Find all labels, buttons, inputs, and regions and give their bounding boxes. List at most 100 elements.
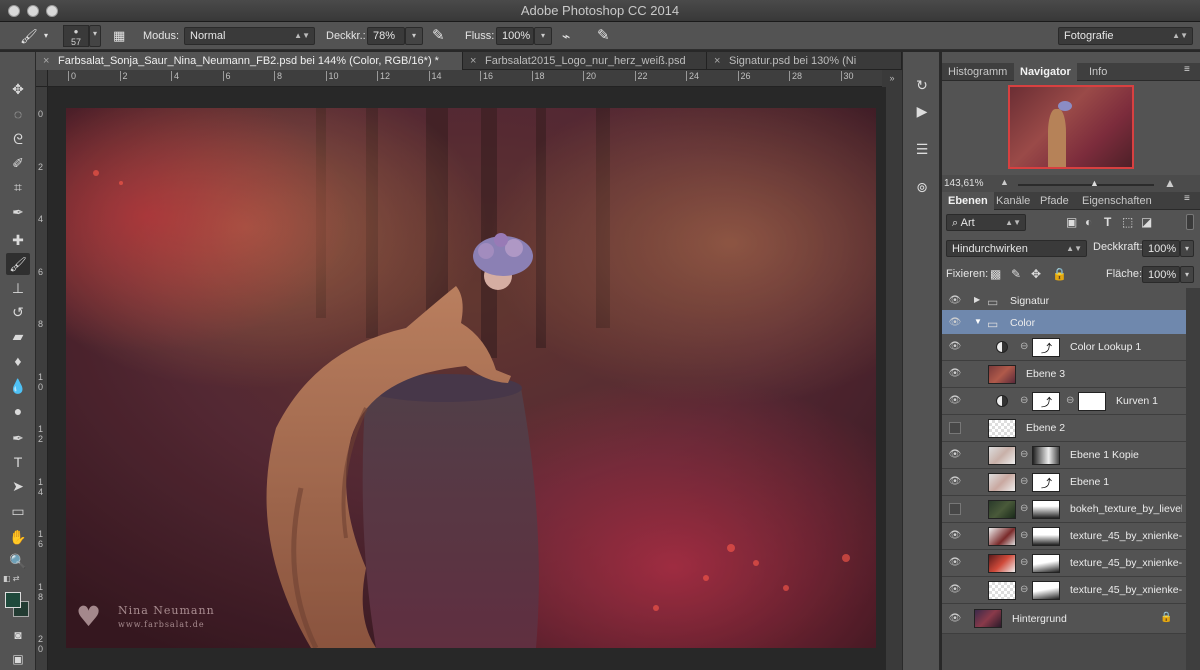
- minimize-window-icon[interactable]: [27, 5, 39, 17]
- layer-row-color[interactable]: 👁 ▼ ▭ Color: [942, 310, 1186, 337]
- tab-kanaele[interactable]: Kanäle: [990, 192, 1036, 210]
- visibility-eye-icon[interactable]: 👁: [948, 530, 962, 542]
- close-window-icon[interactable]: [8, 5, 20, 17]
- lasso-tool-icon[interactable]: ᘓ: [6, 128, 30, 150]
- brush-tool-icon[interactable]: 🖌: [6, 253, 30, 275]
- pressure-opacity-icon[interactable]: ✎: [432, 26, 445, 46]
- mask-link-icon[interactable]: ⊖: [1020, 584, 1028, 595]
- zoom-in-icon[interactable]: ▲: [1164, 176, 1176, 190]
- brush-tool-icon[interactable]: 🖌: [20, 26, 38, 46]
- layer-row-bokeh-texture[interactable]: ⊖ bokeh_texture_by_lieveh...: [942, 496, 1186, 523]
- zoom-window-icon[interactable]: [46, 5, 58, 17]
- layer-row-texture-45-b[interactable]: 👁 ⊖ texture_45_by_xnienke-...: [942, 550, 1186, 577]
- layer-opacity-dropdown-icon[interactable]: ▾: [1180, 240, 1194, 257]
- navigator-preview[interactable]: [1008, 85, 1134, 169]
- filter-adjustment-icon[interactable]: ◐: [1085, 215, 1092, 229]
- layer-thumbnail[interactable]: [988, 527, 1016, 546]
- filter-shape-icon[interactable]: ⬚: [1122, 215, 1133, 229]
- quick-mask-icon[interactable]: ◙: [6, 624, 30, 646]
- layer-row-texture-45-a[interactable]: 👁 ⊖ texture_45_by_xnienke-...: [942, 523, 1186, 550]
- brush-size-picker[interactable]: ● 57: [63, 25, 89, 47]
- mask-thumbnail[interactable]: [1032, 446, 1060, 465]
- lock-transparency-icon[interactable]: ▩: [990, 267, 1001, 281]
- crop-tool-icon[interactable]: ⌗: [6, 176, 30, 198]
- group-collapse-arrow-icon[interactable]: ▼: [974, 317, 982, 326]
- document-image[interactable]: ♥ Nina Neumann www.farbsalat.de: [66, 108, 876, 648]
- mask-link-icon[interactable]: ⊖: [1020, 530, 1028, 541]
- ruler-origin[interactable]: [36, 70, 48, 87]
- tab-pfade[interactable]: Pfade: [1034, 192, 1075, 210]
- layer-row-color-lookup-1[interactable]: 👁 ⊖ ⤴ Color Lookup 1: [942, 334, 1186, 361]
- panel-menu-icon[interactable]: ≡: [1184, 64, 1190, 75]
- tab-overflow-icon[interactable]: »: [882, 70, 902, 87]
- visibility-toggle-off[interactable]: [949, 503, 961, 515]
- layer-thumbnail[interactable]: [988, 446, 1016, 465]
- flow-dropdown-icon[interactable]: ▾: [534, 27, 552, 45]
- layer-row-ebene-1[interactable]: 👁 ⊖ ⤴ Ebene 1: [942, 469, 1186, 496]
- opacity-input[interactable]: 78%: [367, 27, 405, 45]
- blend-mode-select[interactable]: Hindurchwirken ▲▼: [946, 240, 1087, 257]
- dodge-tool-icon[interactable]: ●: [6, 400, 30, 422]
- group-expand-arrow-icon[interactable]: ▶: [974, 295, 980, 304]
- eyedropper-tool-icon[interactable]: ✒: [6, 201, 30, 223]
- doc-tab-logo[interactable]: × Farbsalat2015_Logo_nur_herz_weiß.psd: [463, 52, 707, 70]
- actions-panel-icon[interactable]: ▶: [911, 100, 933, 122]
- mask-thumbnail[interactable]: ⤴: [1032, 338, 1060, 357]
- layers-scrollbar[interactable]: [1186, 288, 1200, 670]
- workspace-select[interactable]: Fotografie ▲▼: [1058, 27, 1193, 45]
- fill-dropdown-icon[interactable]: ▾: [1180, 266, 1194, 283]
- layer-thumbnail[interactable]: [988, 554, 1016, 573]
- zoom-out-icon[interactable]: ▲: [1000, 177, 1009, 187]
- lock-position-icon[interactable]: ✥: [1031, 267, 1041, 281]
- doc-tab-signatur[interactable]: × Signatur.psd bei 130% (Ni: [707, 52, 902, 70]
- visibility-eye-icon[interactable]: 👁: [948, 395, 962, 407]
- vertical-ruler[interactable]: 0 2 4 6 8 1 0 1 2 1 4 1 6 1 8 2 0: [36, 87, 48, 670]
- pen-tool-icon[interactable]: ✒: [6, 427, 30, 449]
- airbrush-icon[interactable]: ⌁: [562, 26, 570, 46]
- close-tab-icon[interactable]: ×: [470, 52, 476, 70]
- mask-thumbnail[interactable]: ⤴: [1032, 473, 1060, 492]
- paint-bucket-tool-icon[interactable]: ♦: [6, 350, 30, 372]
- brush-picker-dropdown-icon[interactable]: ▾: [89, 25, 101, 47]
- foreground-color-swatch[interactable]: [5, 592, 21, 608]
- flow-input[interactable]: 100%: [496, 27, 534, 45]
- quick-selection-tool-icon[interactable]: ✐: [6, 152, 30, 174]
- lock-all-icon[interactable]: 🔒: [1052, 267, 1067, 281]
- clone-stamp-tool-icon[interactable]: ⊥: [6, 277, 30, 299]
- layer-row-texture-45-c[interactable]: 👁 ⊖ texture_45_by_xnienke-...: [942, 577, 1186, 604]
- marquee-tool-icon[interactable]: ◌: [6, 103, 30, 125]
- layer-thumbnail[interactable]: [974, 609, 1002, 628]
- screen-mode-icon[interactable]: ▣: [6, 648, 30, 670]
- hand-tool-icon[interactable]: ✋: [6, 526, 30, 548]
- zoom-slider-handle[interactable]: ▲: [1090, 178, 1099, 188]
- mask-link-icon[interactable]: ⊖: [1020, 395, 1028, 406]
- layer-row-ebene-1-kopie[interactable]: 👁 ⊖ Ebene 1 Kopie: [942, 442, 1186, 469]
- filter-smart-object-icon[interactable]: ◪: [1141, 215, 1152, 229]
- close-tab-icon[interactable]: ×: [714, 52, 720, 70]
- rectangle-tool-icon[interactable]: ▭: [6, 500, 30, 522]
- visibility-eye-icon[interactable]: 👁: [948, 584, 962, 596]
- visibility-eye-icon[interactable]: 👁: [948, 449, 962, 461]
- layer-row-ebene-2[interactable]: Ebene 2: [942, 415, 1186, 442]
- tab-eigenschaften[interactable]: Eigenschaften: [1076, 192, 1158, 210]
- visibility-eye-icon[interactable]: 👁: [948, 557, 962, 569]
- vertical-scrollbar[interactable]: [886, 87, 902, 670]
- history-panel-icon[interactable]: ↻: [911, 74, 933, 96]
- path-selection-tool-icon[interactable]: ➤: [6, 475, 30, 497]
- layer-thumbnail[interactable]: [988, 500, 1016, 519]
- mask-link-icon[interactable]: ⊖: [1020, 476, 1028, 487]
- visibility-eye-icon[interactable]: 👁: [948, 613, 962, 625]
- layer-thumbnail[interactable]: [988, 473, 1016, 492]
- layer-opacity-input[interactable]: 100%: [1142, 240, 1180, 257]
- mask-link-icon[interactable]: ⊖: [1020, 503, 1028, 514]
- mask-thumbnail[interactable]: [1032, 500, 1060, 519]
- visibility-eye-icon[interactable]: 👁: [948, 368, 962, 380]
- layer-thumbnail[interactable]: [988, 419, 1016, 438]
- move-tool-icon[interactable]: ✥: [6, 78, 30, 100]
- mask-link-icon[interactable]: ⊖: [1020, 449, 1028, 460]
- layer-filter-select[interactable]: ⌕ Art ▲▼: [946, 214, 1026, 231]
- visibility-eye-icon[interactable]: 👁: [948, 317, 962, 329]
- fill-input[interactable]: 100%: [1142, 266, 1180, 283]
- visibility-eye-icon[interactable]: 👁: [948, 295, 962, 307]
- mode-select[interactable]: Normal ▲▼: [184, 27, 315, 45]
